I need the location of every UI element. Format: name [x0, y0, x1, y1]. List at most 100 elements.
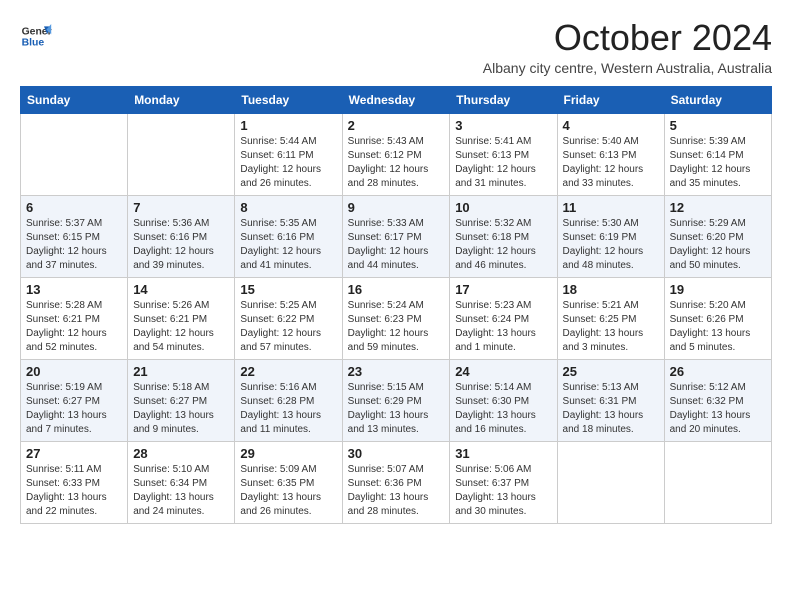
day-info: Sunrise: 5:37 AM Sunset: 6:15 PM Dayligh… [26, 217, 122, 273]
day-info: Sunrise: 5:28 AM Sunset: 6:21 PM Dayligh… [26, 299, 122, 355]
day-info: Sunrise: 5:12 AM Sunset: 6:32 PM Dayligh… [670, 381, 766, 437]
day-number: 31 [455, 446, 551, 461]
day-info: Sunrise: 5:19 AM Sunset: 6:27 PM Dayligh… [26, 381, 122, 437]
day-info: Sunrise: 5:13 AM Sunset: 6:31 PM Dayligh… [563, 381, 659, 437]
day-number: 22 [240, 364, 336, 379]
day-number: 12 [670, 200, 766, 215]
calendar-cell: 17Sunrise: 5:23 AM Sunset: 6:24 PM Dayli… [450, 278, 557, 360]
day-number: 1 [240, 118, 336, 133]
day-info: Sunrise: 5:41 AM Sunset: 6:13 PM Dayligh… [455, 135, 551, 191]
day-number: 28 [133, 446, 229, 461]
calendar-cell: 11Sunrise: 5:30 AM Sunset: 6:19 PM Dayli… [557, 196, 664, 278]
calendar-cell: 8Sunrise: 5:35 AM Sunset: 6:16 PM Daylig… [235, 196, 342, 278]
day-info: Sunrise: 5:32 AM Sunset: 6:18 PM Dayligh… [455, 217, 551, 273]
day-number: 26 [670, 364, 766, 379]
day-info: Sunrise: 5:15 AM Sunset: 6:29 PM Dayligh… [348, 381, 445, 437]
weekday-header-wednesday: Wednesday [342, 87, 450, 114]
calendar-cell: 19 Sunrise: 5:20 AM Sunset: 6:26 PM Dayli… [664, 278, 771, 360]
calendar-cell: 7 Sunrise: 5:36 AM Sunset: 6:16 PM Daylig… [128, 196, 235, 278]
day-info: Sunrise: 5:16 AM Sunset: 6:28 PM Dayligh… [240, 381, 336, 437]
calendar-cell: 15Sunrise: 5:25 AM Sunset: 6:22 PM Dayli… [235, 278, 342, 360]
day-info: Sunrise: 5:25 AM Sunset: 6:22 PM Dayligh… [240, 299, 336, 355]
calendar-cell: 4 Sunrise: 5:40 AM Sunset: 6:13 PM Daylig… [557, 114, 664, 196]
logo: General Blue [20, 20, 52, 52]
week-row-5: 27Sunrise: 5:11 AM Sunset: 6:33 PM Dayli… [21, 442, 772, 524]
day-info: Sunrise: 5:14 AM Sunset: 6:30 PM Dayligh… [455, 381, 551, 437]
day-number: 19 [670, 282, 766, 297]
week-row-4: 20Sunrise: 5:19 AM Sunset: 6:27 PM Dayli… [21, 360, 772, 442]
calendar-cell: 23 Sunrise: 5:15 AM Sunset: 6:29 PM Dayli… [342, 360, 450, 442]
day-number: 30 [348, 446, 445, 461]
weekday-header-row: SundayMondayTuesdayWednesdayThursdayFrid… [21, 87, 772, 114]
week-row-2: 6 Sunrise: 5:37 AM Sunset: 6:15 PM Daylig… [21, 196, 772, 278]
calendar-cell: 13 Sunrise: 5:28 AM Sunset: 6:21 PM Dayli… [21, 278, 128, 360]
day-number: 14 [133, 282, 229, 297]
day-info: Sunrise: 5:26 AM Sunset: 6:21 PM Dayligh… [133, 299, 229, 355]
calendar-cell: 5 Sunrise: 5:39 AM Sunset: 6:14 PM Daylig… [664, 114, 771, 196]
day-info: Sunrise: 5:10 AM Sunset: 6:34 PM Dayligh… [133, 463, 229, 519]
weekday-header-thursday: Thursday [450, 87, 557, 114]
calendar-cell [128, 114, 235, 196]
day-number: 29 [240, 446, 336, 461]
calendar-cell: 2 Sunrise: 5:43 AM Sunset: 6:12 PM Daylig… [342, 114, 450, 196]
day-number: 13 [26, 282, 122, 297]
day-info: Sunrise: 5:06 AM Sunset: 6:37 PM Dayligh… [455, 463, 551, 519]
month-title: October 2024 [483, 20, 772, 56]
calendar-cell: 30Sunrise: 5:07 AM Sunset: 6:36 PM Dayli… [342, 442, 450, 524]
calendar-cell: 24 Sunrise: 5:14 AM Sunset: 6:30 PM Dayli… [450, 360, 557, 442]
day-number: 10 [455, 200, 551, 215]
calendar-cell: 20Sunrise: 5:19 AM Sunset: 6:27 PM Dayli… [21, 360, 128, 442]
calendar-cell [664, 442, 771, 524]
calendar-cell: 3Sunrise: 5:41 AM Sunset: 6:13 PM Daylig… [450, 114, 557, 196]
day-number: 16 [348, 282, 445, 297]
calendar-cell: 16Sunrise: 5:24 AM Sunset: 6:23 PM Dayli… [342, 278, 450, 360]
day-info: Sunrise: 5:20 AM Sunset: 6:26 PM Dayligh… [670, 299, 766, 355]
day-info: Sunrise: 5:33 AM Sunset: 6:17 PM Dayligh… [348, 217, 445, 273]
day-info: Sunrise: 5:44 AM Sunset: 6:11 PM Dayligh… [240, 135, 336, 191]
title-block: October 2024 Albany city centre, Western… [483, 20, 772, 76]
day-number: 2 [348, 118, 445, 133]
weekday-header-saturday: Saturday [664, 87, 771, 114]
day-number: 11 [563, 200, 659, 215]
day-number: 18 [563, 282, 659, 297]
calendar-cell: 28 Sunrise: 5:10 AM Sunset: 6:34 PM Dayli… [128, 442, 235, 524]
weekday-header-sunday: Sunday [21, 87, 128, 114]
day-number: 23 [348, 364, 445, 379]
day-info: Sunrise: 5:39 AM Sunset: 6:14 PM Dayligh… [670, 135, 766, 191]
page-header: General Blue October 2024 Albany city ce… [20, 20, 772, 76]
calendar-cell [557, 442, 664, 524]
calendar-cell: 6 Sunrise: 5:37 AM Sunset: 6:15 PM Daylig… [21, 196, 128, 278]
calendar-table: SundayMondayTuesdayWednesdayThursdayFrid… [20, 86, 772, 524]
day-number: 7 [133, 200, 229, 215]
calendar-cell [21, 114, 128, 196]
day-number: 21 [133, 364, 229, 379]
day-info: Sunrise: 5:40 AM Sunset: 6:13 PM Dayligh… [563, 135, 659, 191]
day-info: Sunrise: 5:21 AM Sunset: 6:25 PM Dayligh… [563, 299, 659, 355]
day-number: 5 [670, 118, 766, 133]
logo-icon: General Blue [20, 20, 52, 52]
day-number: 6 [26, 200, 122, 215]
day-number: 17 [455, 282, 551, 297]
day-number: 24 [455, 364, 551, 379]
calendar-cell: 9Sunrise: 5:33 AM Sunset: 6:17 PM Daylig… [342, 196, 450, 278]
calendar-cell: 22 Sunrise: 5:16 AM Sunset: 6:28 PM Dayli… [235, 360, 342, 442]
day-info: Sunrise: 5:36 AM Sunset: 6:16 PM Dayligh… [133, 217, 229, 273]
day-info: Sunrise: 5:29 AM Sunset: 6:20 PM Dayligh… [670, 217, 766, 273]
calendar-cell: 25Sunrise: 5:13 AM Sunset: 6:31 PM Dayli… [557, 360, 664, 442]
location-title: Albany city centre, Western Australia, A… [483, 60, 772, 76]
week-row-1: 1 Sunrise: 5:44 AM Sunset: 6:11 PM Daylig… [21, 114, 772, 196]
calendar-cell: 29 Sunrise: 5:09 AM Sunset: 6:35 PM Dayli… [235, 442, 342, 524]
day-number: 4 [563, 118, 659, 133]
svg-text:Blue: Blue [22, 38, 45, 49]
calendar-cell: 10 Sunrise: 5:32 AM Sunset: 6:18 PM Dayli… [450, 196, 557, 278]
calendar-cell: 31 Sunrise: 5:06 AM Sunset: 6:37 PM Dayli… [450, 442, 557, 524]
day-info: Sunrise: 5:35 AM Sunset: 6:16 PM Dayligh… [240, 217, 336, 273]
weekday-header-tuesday: Tuesday [235, 87, 342, 114]
day-info: Sunrise: 5:43 AM Sunset: 6:12 PM Dayligh… [348, 135, 445, 191]
calendar-cell: 14 Sunrise: 5:26 AM Sunset: 6:21 PM Dayli… [128, 278, 235, 360]
day-info: Sunrise: 5:18 AM Sunset: 6:27 PM Dayligh… [133, 381, 229, 437]
calendar-cell: 12 Sunrise: 5:29 AM Sunset: 6:20 PM Dayli… [664, 196, 771, 278]
day-number: 27 [26, 446, 122, 461]
day-info: Sunrise: 5:09 AM Sunset: 6:35 PM Dayligh… [240, 463, 336, 519]
weekday-header-friday: Friday [557, 87, 664, 114]
